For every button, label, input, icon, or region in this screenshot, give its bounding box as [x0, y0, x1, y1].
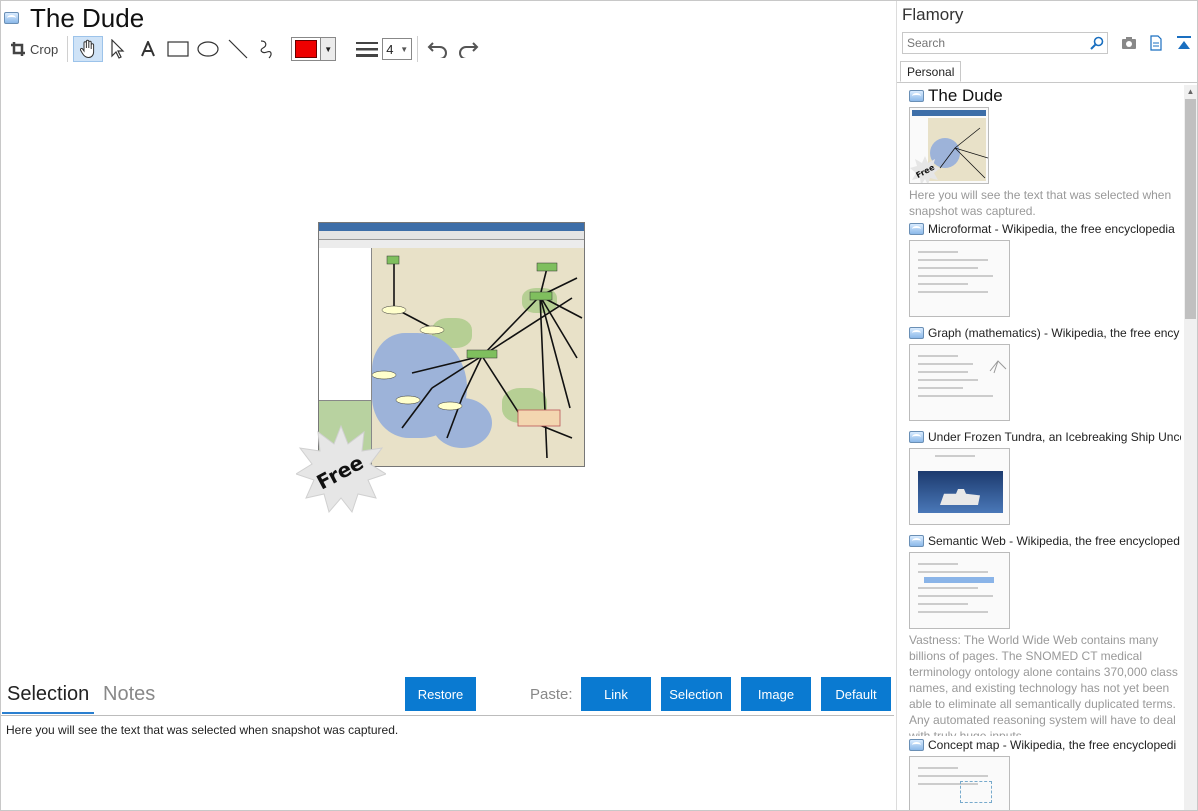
line-width-icon	[354, 36, 380, 62]
paste-default-button[interactable]: Default	[821, 677, 891, 711]
sidebar-tabs: Personal	[897, 61, 1198, 83]
snapshot-thumbnail: Free	[909, 107, 989, 184]
select-tool-button[interactable]	[103, 36, 133, 62]
bottom-tabs: Selection Notes Restore Paste: Link Sele…	[1, 675, 894, 716]
crop-icon	[11, 42, 25, 56]
redo-icon	[459, 42, 479, 58]
undo-icon	[427, 42, 448, 58]
list-item[interactable]: Graph (mathematics) - Wikipedia, the fre…	[909, 324, 1181, 421]
paste-label: Paste:	[530, 686, 573, 703]
freehand-tool-button[interactable]	[253, 36, 283, 62]
bottom-panel: Selection Notes Restore Paste: Link Sele…	[1, 675, 894, 810]
app-icon	[909, 327, 924, 339]
line-tool-button[interactable]	[223, 36, 253, 62]
snapshot-thumbnail	[909, 448, 1010, 525]
app-icon	[909, 739, 924, 751]
camera-icon[interactable]	[1121, 35, 1137, 51]
scroll-up-icon[interactable]: ▲	[1184, 85, 1197, 98]
app-icon	[4, 12, 19, 24]
restore-button[interactable]: Restore	[405, 677, 476, 711]
ellipse-icon	[197, 41, 219, 57]
snapshot-list: The Dude Free Here you will see the text…	[909, 85, 1181, 810]
flamory-sidebar: Flamory Personal The Dude Free Here you …	[896, 1, 1198, 810]
rectangle-tool-button[interactable]	[163, 36, 193, 62]
search-input[interactable]	[902, 32, 1108, 54]
list-item[interactable]: The Dude Free Here you will see the text…	[909, 87, 1181, 219]
snapshot-editor: The Dude Crop ▼ 4 ▼ Free Selection Notes…	[1, 1, 894, 810]
toolbar-separator	[417, 36, 419, 62]
line-width-select[interactable]: 4 ▼	[382, 38, 413, 60]
hand-icon	[80, 39, 95, 59]
snapshot-thumbnail	[909, 344, 1010, 421]
text-tool-button[interactable]	[133, 36, 163, 62]
tab-selection[interactable]: Selection	[2, 683, 95, 714]
collapse-icon[interactable]	[1176, 35, 1192, 51]
list-item-desc: Here you will see the text that was sele…	[909, 188, 1172, 218]
document-icon[interactable]	[1148, 35, 1164, 51]
app-icon	[909, 90, 924, 102]
scrollbar-thumb[interactable]	[1185, 99, 1196, 319]
color-picker[interactable]: ▼	[291, 37, 337, 61]
list-item-title: Concept map - Wikipedia, the free encycl…	[928, 738, 1177, 752]
snapshot-canvas[interactable]: Free	[296, 219, 596, 514]
list-item-desc: Vastness: The World Wide Web contains ma…	[909, 633, 1178, 743]
color-swatch	[295, 40, 318, 58]
free-badge: Free	[296, 424, 386, 514]
page-title: The Dude	[30, 2, 145, 33]
drawing-toolbar: Crop ▼ 4 ▼	[6, 35, 483, 63]
tab-notes[interactable]: Notes	[98, 683, 160, 712]
crop-label: Crop	[30, 41, 59, 57]
ellipse-tool-button[interactable]	[193, 36, 223, 62]
sidebar-scrollbar[interactable]: ▲	[1184, 85, 1197, 810]
selection-text[interactable]: Here you will see the text that was sele…	[6, 723, 398, 737]
chevron-down-icon: ▼	[400, 44, 409, 54]
app-icon	[909, 431, 924, 443]
line-width-value: 4	[386, 41, 394, 57]
list-item[interactable]: Semantic Web - Wikipedia, the free encyc…	[909, 532, 1181, 744]
app-icon	[909, 535, 924, 547]
list-item-title: Graph (mathematics) - Wikipedia, the fre…	[928, 326, 1180, 340]
tab-personal[interactable]: Personal	[900, 61, 962, 82]
title-row: The Dude	[4, 3, 144, 33]
snapshot-thumbnail	[909, 756, 1010, 810]
cursor-arrow-icon	[111, 39, 125, 59]
hand-tool-button[interactable]	[73, 36, 104, 62]
text-icon	[141, 41, 156, 57]
freehand-icon	[260, 40, 272, 59]
search-icon[interactable]	[1090, 36, 1104, 50]
toolbar-separator	[67, 36, 69, 62]
list-item[interactable]: Microformat - Wikipedia, the free encycl…	[909, 220, 1181, 317]
rectangle-icon	[167, 41, 189, 57]
list-item[interactable]: Under Frozen Tundra, an Icebreaking Ship…	[909, 428, 1181, 525]
app-icon	[909, 223, 924, 235]
list-item-title: Semantic Web - Wikipedia, the free encyc…	[928, 534, 1180, 548]
list-item-title: Microformat - Wikipedia, the free encycl…	[928, 222, 1175, 236]
paste-image-button[interactable]: Image	[741, 677, 811, 711]
undo-button[interactable]	[423, 36, 453, 62]
list-item-title: Under Frozen Tundra, an Icebreaking Ship…	[928, 430, 1181, 444]
list-item[interactable]: Concept map - Wikipedia, the free encycl…	[909, 736, 1181, 810]
snapshot-thumbnail	[909, 552, 1010, 629]
sidebar-app-name: Flamory	[902, 5, 964, 24]
paste-link-button[interactable]: Link	[581, 677, 651, 711]
chevron-down-icon: ▼	[320, 38, 336, 60]
paste-selection-button[interactable]: Selection	[661, 677, 731, 711]
redo-button[interactable]	[453, 36, 483, 62]
line-icon	[228, 39, 248, 59]
crop-button[interactable]: Crop	[6, 36, 62, 62]
snapshot-thumbnail	[909, 240, 1010, 317]
list-item-title: The Dude	[928, 87, 1003, 105]
